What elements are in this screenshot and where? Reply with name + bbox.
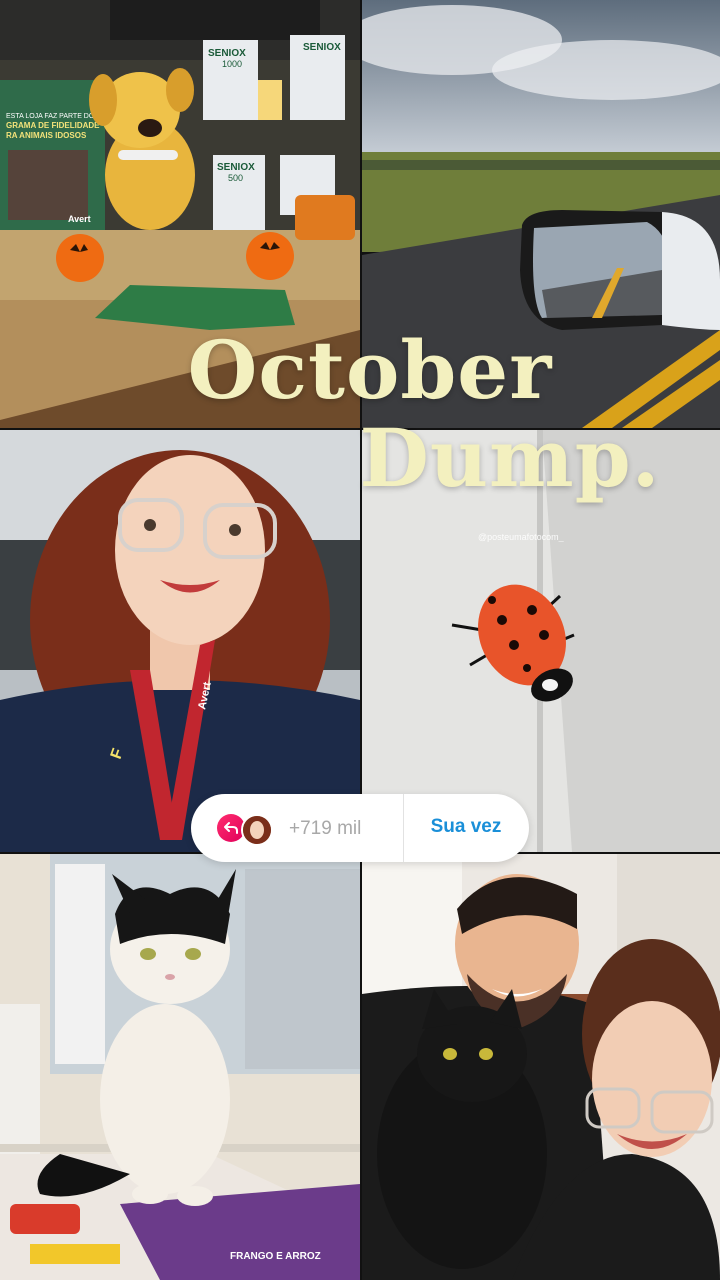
- photo-couple-black-cat: [362, 854, 720, 1280]
- product-seniox-500-dose: 500: [228, 173, 243, 183]
- product-seniox-1000: SENIOX: [208, 48, 246, 59]
- add-yours-sticker[interactable]: +719 mil Sua vez: [191, 794, 529, 862]
- participant-count: +719 mil: [289, 818, 362, 839]
- story-title-line1: October: [187, 323, 553, 417]
- story-title-line2: Dump.: [359, 411, 661, 505]
- poster-line3: RA ANIMAIS IDOSOS: [6, 131, 87, 140]
- photo-cat: FRANGO E ARROZ: [0, 854, 360, 1280]
- watermark-handle: @posteumafotocom_: [478, 532, 564, 542]
- poster-line2: GRAMA DE FIDELIDADE: [6, 121, 100, 130]
- product-seniox-1000b: SENIOX: [303, 42, 341, 53]
- your-turn-button[interactable]: Sua vez: [403, 816, 529, 838]
- bag-label: FRANGO E ARROZ: [230, 1251, 321, 1262]
- poster-line1: ESTA LOJA FAZ PARTE DO: [6, 113, 95, 120]
- product-seniox-1000-dose: 1000: [222, 59, 242, 69]
- product-seniox-500: SENIOX: [217, 162, 255, 173]
- participant-avatar: [241, 814, 273, 846]
- poster-brand: Avert: [68, 214, 91, 224]
